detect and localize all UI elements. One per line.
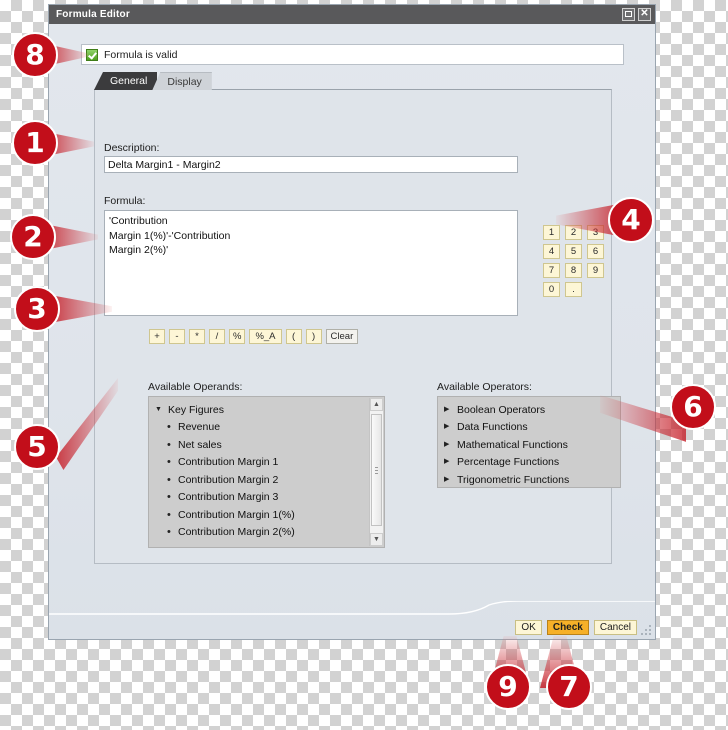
footer-button-bar: OK Check Cancel bbox=[515, 620, 637, 635]
available-operators-list[interactable]: ▶ Boolean Operators ▶ Data Functions ▶ M… bbox=[437, 396, 621, 488]
ok-button[interactable]: OK bbox=[515, 620, 542, 635]
list-item-label: Net sales bbox=[178, 438, 222, 451]
maximize-icon[interactable] bbox=[622, 8, 635, 21]
keypad-key-8[interactable]: 8 bbox=[565, 263, 582, 278]
operator-button-row: + - * / % %_A ( ) Clear bbox=[149, 329, 359, 344]
clear-button[interactable]: Clear bbox=[325, 329, 359, 344]
operator-button-percent[interactable]: % bbox=[229, 329, 246, 344]
callout-badge-8: 8 bbox=[12, 32, 58, 78]
operator-button-minus[interactable]: - bbox=[169, 329, 185, 344]
callout-badge-1: 1 bbox=[12, 120, 58, 166]
formula-textarea[interactable]: 'Contribution Margin 1(%)'-'Contribution… bbox=[104, 210, 518, 316]
list-item[interactable]: • Contribution Margin 3 bbox=[149, 489, 384, 507]
operators-label: Available Operators: bbox=[437, 381, 532, 393]
validation-message: Formula is valid bbox=[104, 48, 178, 61]
operator-button-open-paren[interactable]: ( bbox=[285, 329, 302, 344]
list-item-label: Mathematical Functions bbox=[457, 438, 568, 451]
operator-button-multiply[interactable]: * bbox=[189, 329, 205, 344]
operator-button-plus[interactable]: + bbox=[149, 329, 165, 344]
description-label: Description: bbox=[104, 142, 160, 154]
chevron-right-icon[interactable]: ▶ bbox=[444, 475, 453, 485]
bullet-icon: • bbox=[167, 473, 171, 486]
keypad-key-4[interactable]: 4 bbox=[543, 244, 560, 259]
formula-editor-window: Formula Editor Formula is valid General … bbox=[48, 4, 656, 640]
operator-button-close-paren[interactable]: ) bbox=[305, 329, 322, 344]
list-item-label: Contribution Margin 2(%) bbox=[178, 526, 295, 539]
window-titlebar: Formula Editor bbox=[49, 5, 655, 24]
callout-badge-7: 7 bbox=[546, 664, 592, 710]
keypad-key-decimal[interactable]: . bbox=[565, 282, 582, 297]
list-item[interactable]: • Contribution Margin 2(%) bbox=[149, 524, 384, 542]
tree-node-key-figures[interactable]: ▼ Key Figures bbox=[149, 401, 384, 419]
list-item[interactable]: • Contribution Margin 1 bbox=[149, 454, 384, 472]
list-item[interactable]: • Revenue bbox=[149, 419, 384, 437]
list-item-label: Contribution Margin 2 bbox=[178, 473, 279, 486]
list-item-label: Contribution Margin 1(%) bbox=[178, 508, 295, 521]
chevron-right-icon[interactable]: ▶ bbox=[444, 422, 453, 432]
tab-display[interactable]: Display bbox=[152, 72, 212, 90]
list-item-label: Contribution Margin 3 bbox=[178, 491, 279, 504]
chevron-right-icon[interactable]: ▶ bbox=[444, 405, 453, 415]
operator-button-divide[interactable]: / bbox=[209, 329, 225, 344]
list-item-label: Data Functions bbox=[457, 421, 528, 434]
callout-badge-3: 3 bbox=[14, 286, 60, 332]
bullet-icon: • bbox=[167, 438, 171, 451]
callout-badge-9: 9 bbox=[485, 664, 531, 710]
operands-scrollbar[interactable]: ▲ ▼ bbox=[369, 398, 383, 546]
keypad-key-5[interactable]: 5 bbox=[565, 244, 582, 259]
numeric-keypad: 1 2 3 4 5 6 7 8 9 0 . bbox=[543, 225, 604, 297]
resize-grip-icon[interactable] bbox=[640, 625, 652, 637]
list-item[interactable]: • Contribution Margin 2 bbox=[149, 471, 384, 489]
window-body: Formula is valid General Display Descrip… bbox=[49, 24, 655, 639]
callout-badge-4: 4 bbox=[608, 197, 654, 243]
callout-badge-6: 6 bbox=[670, 384, 716, 430]
list-item[interactable]: ▶ Trigonometric Functions bbox=[438, 471, 620, 487]
tab-bar: General Display bbox=[94, 72, 212, 90]
operands-label: Available Operands: bbox=[148, 381, 243, 393]
keypad-key-9[interactable]: 9 bbox=[587, 263, 604, 278]
close-icon[interactable] bbox=[638, 7, 651, 21]
list-item[interactable]: • Contribution Margin 1(%) bbox=[149, 506, 384, 524]
available-operands-list[interactable]: ▼ Key Figures • Revenue • Net sales • Co… bbox=[148, 396, 385, 548]
keypad-key-7[interactable]: 7 bbox=[543, 263, 560, 278]
keypad-key-6[interactable]: 6 bbox=[587, 244, 604, 259]
list-item[interactable]: ▶ Mathematical Functions bbox=[438, 436, 620, 454]
list-item-label: Percentage Functions bbox=[457, 456, 560, 469]
tree-node-label: Key Figures bbox=[168, 403, 225, 416]
formula-label: Formula: bbox=[104, 195, 146, 207]
tab-general[interactable]: General bbox=[94, 72, 158, 90]
chevron-right-icon[interactable]: ▶ bbox=[444, 457, 453, 467]
check-button[interactable]: Check bbox=[546, 620, 589, 635]
callout-badge-2: 2 bbox=[10, 214, 56, 260]
bullet-icon: • bbox=[167, 491, 171, 504]
list-item[interactable]: ▶ Data Functions bbox=[438, 419, 620, 437]
keypad-key-0[interactable]: 0 bbox=[543, 282, 560, 297]
cancel-button[interactable]: Cancel bbox=[593, 620, 637, 635]
bullet-icon: • bbox=[167, 508, 171, 521]
window-title: Formula Editor bbox=[56, 9, 130, 20]
bullet-icon: • bbox=[167, 421, 171, 434]
validation-status-bar: Formula is valid bbox=[81, 44, 624, 65]
list-item-label: Boolean Operators bbox=[457, 403, 546, 416]
bullet-icon: • bbox=[167, 526, 171, 539]
chevron-right-icon[interactable]: ▶ bbox=[444, 440, 453, 450]
list-item[interactable]: ▶ Boolean Operators bbox=[438, 401, 620, 419]
scrollbar-thumb[interactable] bbox=[371, 414, 382, 526]
chevron-down-icon[interactable]: ▼ bbox=[155, 405, 164, 415]
callout-badge-5: 5 bbox=[14, 424, 60, 470]
screenshot-root: Formula Editor Formula is valid General … bbox=[0, 0, 728, 730]
scroll-up-arrow[interactable]: ▲ bbox=[370, 398, 383, 411]
footer-divider bbox=[49, 601, 655, 615]
list-item[interactable]: • Net sales bbox=[149, 436, 384, 454]
list-item-label: Trigonometric Functions bbox=[457, 473, 570, 486]
scroll-down-arrow[interactable]: ▼ bbox=[370, 533, 383, 546]
bullet-icon: • bbox=[167, 456, 171, 469]
keypad-key-1[interactable]: 1 bbox=[543, 225, 560, 240]
operator-button-percent-a[interactable]: %_A bbox=[249, 329, 282, 344]
list-item[interactable]: ▶ Percentage Functions bbox=[438, 454, 620, 472]
list-item-label: Revenue bbox=[178, 421, 221, 434]
scrollbar-grip-icon bbox=[375, 467, 378, 474]
description-input[interactable]: Delta Margin1 - Margin2 bbox=[104, 156, 518, 173]
list-item-label: Contribution Margin 1 bbox=[178, 456, 279, 469]
